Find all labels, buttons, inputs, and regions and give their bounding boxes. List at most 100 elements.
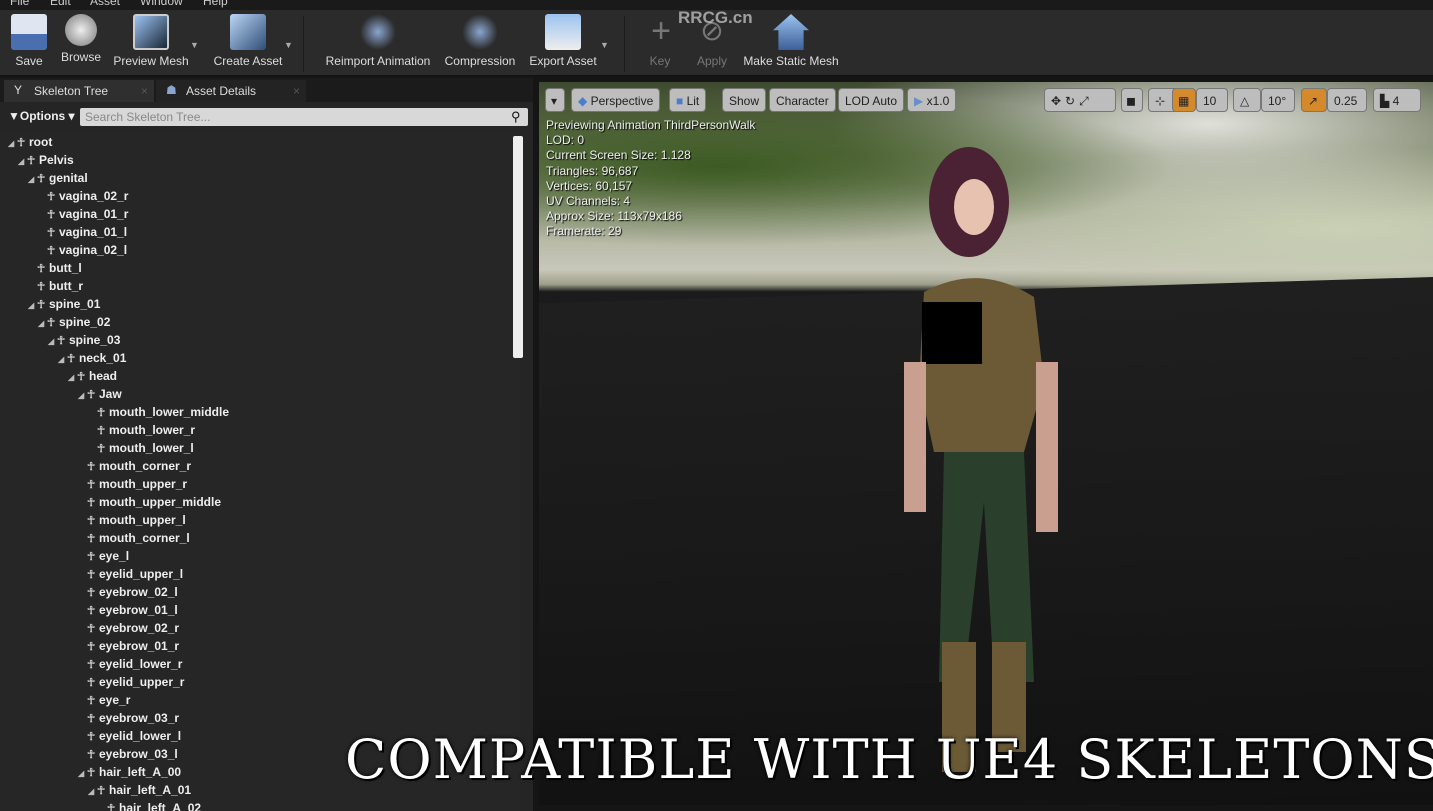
lod-button[interactable]: LOD Auto [838,88,905,112]
expand-arrow-icon[interactable]: ◢ [28,175,37,184]
save-button[interactable]: Save [10,14,48,68]
menu-help[interactable]: Help [203,0,228,8]
viewport-options-dropdown[interactable]: ▾ [545,88,565,112]
tree-row[interactable]: ☥ mouth_upper_r [78,477,187,495]
tree-row[interactable]: ◢ ☥ Pelvis [18,153,74,171]
menu-asset[interactable]: Asset [90,0,120,8]
tree-row[interactable]: ☥ eyebrow_01_l [78,603,178,621]
rotation-snap-value[interactable]: 10° [1261,88,1295,112]
tree-row[interactable]: ☥ mouth_corner_r [78,459,191,477]
tree-row[interactable]: ☥ eyebrow_02_l [78,585,178,603]
tree-row[interactable]: ☥ eyebrow_01_r [78,639,179,657]
bone-icon: ☥ [87,587,96,599]
key-label: Key [649,54,671,68]
viewport[interactable]: ▾ ◆ Perspective ■ Lit Show Character LOD… [539,82,1433,805]
tree-row[interactable]: ☥ mouth_lower_r [88,423,195,441]
tree-row[interactable]: ◢ ☥ hair_left_A_01 [88,783,191,801]
browse-button[interactable]: Browse [58,14,104,64]
tree-row[interactable]: ☥ vagina_02_r [38,189,128,207]
lit-button[interactable]: ■ Lit [669,88,707,112]
tree-row[interactable]: ◢ ☥ genital [28,171,88,189]
expand-arrow-icon[interactable]: ◢ [28,301,37,310]
expand-arrow-icon[interactable]: ◢ [8,139,17,148]
camera-speed-button[interactable]: ▙ 4 [1373,88,1421,112]
tree-row[interactable]: ☥ eye_l [78,549,129,567]
expand-arrow-icon[interactable]: ◢ [18,157,27,166]
tree-row[interactable]: ☥ eye_r [78,693,130,711]
options-dropdown[interactable]: ▼Options ▾ [8,109,75,123]
make-static-mesh-button[interactable]: Make Static Mesh [742,14,840,68]
tree-row[interactable]: ☥ hair_left_A_02 [98,801,201,811]
tree-row[interactable]: ☥ mouth_upper_l [78,513,186,531]
grid-snap-icon[interactable]: ▦ [1172,88,1196,112]
tree-row[interactable]: ◢ ☥ root [8,135,52,153]
tree-row[interactable]: ☥ butt_l [28,261,82,279]
tree-row[interactable]: ☥ vagina_02_l [38,243,127,261]
tree-row[interactable]: ◢ ☥ spine_01 [28,297,100,315]
tree-row[interactable]: ◢ ☥ hair_left_A_00 [78,765,181,783]
tree-row[interactable]: ☥ eyebrow_02_r [78,621,179,639]
tree-row[interactable]: ☥ eyelid_upper_l [78,567,183,585]
expand-arrow-icon[interactable]: ◢ [68,373,77,382]
compression-button[interactable]: Compression [442,14,518,68]
menu-file[interactable]: File [10,0,29,8]
bone-name: mouth_lower_middle [109,405,230,419]
expand-arrow-icon[interactable]: ◢ [88,787,97,796]
close-icon[interactable]: × [293,84,300,98]
menu-window[interactable]: Window [140,0,183,8]
scale-snap-icon[interactable]: ↗ [1301,88,1327,112]
expand-arrow-icon[interactable]: ◢ [58,355,67,364]
expand-arrow-icon[interactable]: ◢ [38,319,47,328]
tree-row[interactable]: ☥ butt_r [28,279,83,297]
tree-row[interactable]: ◢ ☥ neck_01 [58,351,126,369]
tree-row[interactable]: ☥ mouth_lower_middle [88,405,229,423]
expand-arrow-icon[interactable]: ◢ [48,337,57,346]
bone-icon: ☥ [47,227,56,239]
tree-row[interactable]: ☥ eyebrow_03_r [78,711,179,729]
export-asset-dropdown[interactable]: ▼ [600,40,609,50]
toolbar-separator [624,16,625,72]
tree-row[interactable]: ◢ ☥ spine_02 [38,315,110,333]
expand-arrow-icon[interactable]: ◢ [78,391,87,400]
rotation-snap-icon[interactable]: △ [1233,88,1261,112]
tree-row[interactable]: ☥ vagina_01_r [38,207,128,225]
tree-row[interactable]: ◢ ☥ head [68,369,117,387]
character-button[interactable]: Character [769,88,836,112]
menu-edit[interactable]: Edit [50,0,71,8]
playback-speed-button[interactable]: ▶ x1.0 [907,88,957,112]
tree-row[interactable]: ☥ mouth_corner_l [78,531,190,549]
tree-row[interactable]: ☥ eyelid_upper_r [78,675,184,693]
export-asset-button[interactable]: Export Asset [527,14,599,68]
scale-snap-value[interactable]: 0.25 [1327,88,1367,112]
key-button[interactable]: + Key [643,14,677,68]
surface-snap-icon[interactable]: ◼ [1121,88,1143,112]
expand-arrow-icon[interactable]: ◢ [78,769,87,778]
perspective-button[interactable]: ◆ Perspective [571,88,661,112]
reimport-animation-button[interactable]: Reimport Animation [322,14,434,68]
tree-row[interactable]: ◢ ☥ spine_03 [48,333,120,351]
bone-name: eyelid_lower_r [99,657,183,671]
bone-name: mouth_lower_l [109,441,194,455]
tree-row[interactable]: ☥ vagina_01_l [38,225,127,243]
tab-asset-details[interactable]: ☗ Asset Details × [156,80,306,102]
tab-skeleton-tree[interactable]: Y Skeleton Tree × [4,80,154,102]
preview-mesh-button[interactable]: Preview Mesh [112,14,190,68]
tree-row[interactable]: ◢ ☥ Jaw [78,387,122,405]
character-model [904,147,1058,772]
tree-row[interactable]: ☥ mouth_lower_l [88,441,194,459]
grid-snap-value[interactable]: 10 [1196,88,1228,112]
tree-row[interactable]: ☥ eyelid_lower_r [78,657,182,675]
tree-row[interactable]: ☥ mouth_upper_middle [78,495,221,513]
bone-icon: ☥ [87,641,96,653]
create-asset-button[interactable]: Create Asset [210,14,286,68]
preview-mesh-dropdown[interactable]: ▼ [190,40,199,50]
show-button[interactable]: Show [722,88,767,112]
tree-row[interactable]: ☥ eyebrow_03_l [78,747,178,765]
tree-row[interactable]: ☥ eyelid_lower_l [78,729,181,747]
transform-mode-buttons[interactable]: ✥↻⤢ [1044,88,1116,112]
create-asset-dropdown[interactable]: ▼ [284,40,293,50]
search-input[interactable] [80,108,528,126]
close-icon[interactable]: × [141,84,148,98]
tree-scrollbar[interactable] [513,136,523,358]
search-icon[interactable]: ⚲ [511,109,521,125]
